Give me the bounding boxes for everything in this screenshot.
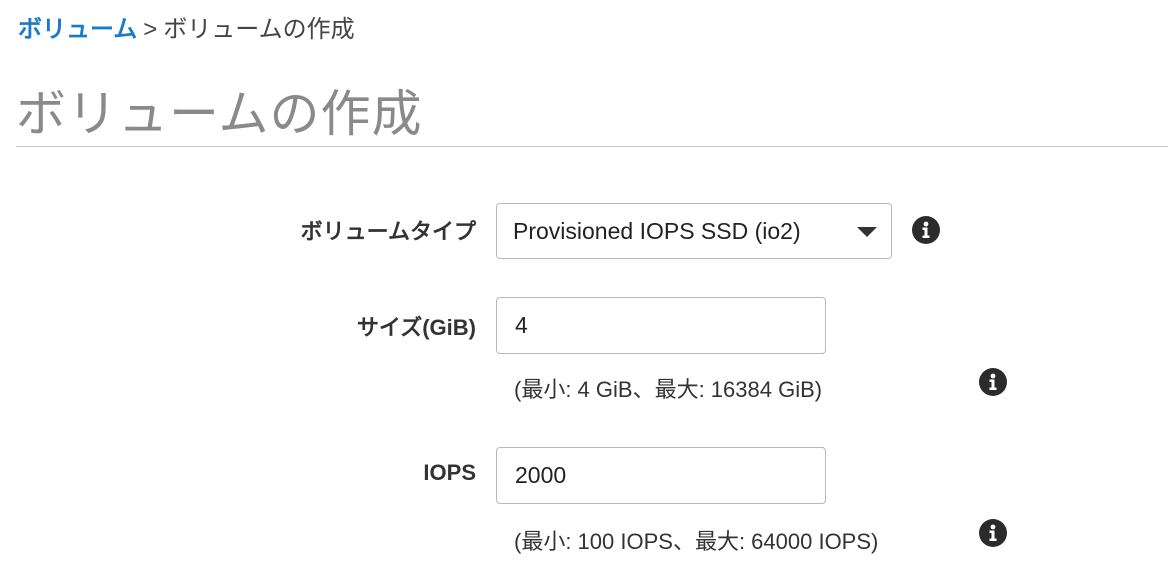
volume-type-select[interactable]: Provisioned IOPS SSD (io2) — [496, 203, 892, 259]
iops-label: IOPS — [423, 460, 476, 485]
page-title: ボリュームの作成 — [16, 86, 423, 142]
breadcrumb: ボリューム > ボリュームの作成 — [18, 14, 355, 46]
breadcrumb-separator: > — [143, 16, 158, 43]
size-input[interactable] — [496, 297, 826, 354]
volume-type-info-icon[interactable] — [912, 216, 940, 244]
iops-info-icon[interactable] — [979, 519, 1007, 547]
volume-type-label: ボリュームタイプ — [300, 219, 476, 244]
size-info-icon[interactable] — [979, 368, 1007, 396]
size-label: サイズ(GiB) — [356, 315, 476, 340]
iops-range-hint: (最小: 100 IOPS、最大: 64000 IOPS) — [514, 529, 879, 554]
breadcrumb-current: ボリュームの作成 — [163, 16, 355, 43]
title-divider — [16, 146, 1168, 147]
size-range-hint: (最小: 4 GiB、最大: 16384 GiB) — [514, 377, 823, 402]
create-volume-page: ボリューム > ボリュームの作成 ボリュームの作成 ボリュームタイプ Provisi… — [0, 0, 1168, 586]
breadcrumb-volumes-link[interactable]: ボリューム — [18, 16, 137, 43]
chevron-down-icon — [857, 227, 877, 237]
iops-input[interactable] — [496, 447, 826, 504]
volume-type-selected-value: Provisioned IOPS SSD (io2) — [513, 218, 801, 244]
